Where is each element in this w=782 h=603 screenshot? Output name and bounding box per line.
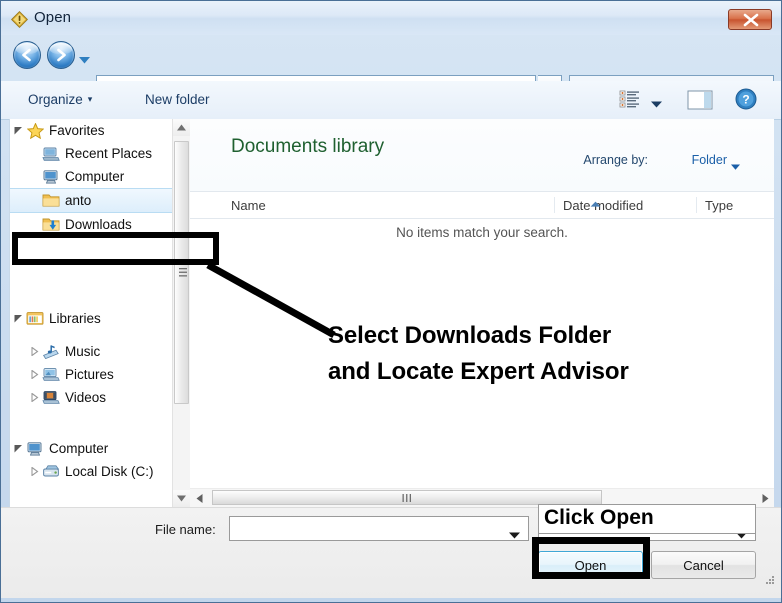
computer-icon [42, 169, 60, 185]
sidebar-item-label: Downloads [65, 218, 132, 232]
scroll-right-icon[interactable] [756, 489, 774, 507]
arrange-by-label: Arrange by: [583, 153, 648, 167]
navigation-bar: « Documents ▶ web ▶ [1, 35, 781, 75]
sidebar-item-libraries[interactable]: Libraries [10, 307, 178, 330]
recent-icon [42, 146, 60, 162]
cancel-button[interactable]: Cancel [651, 551, 756, 579]
chevron-down-icon[interactable] [731, 157, 740, 175]
tree-spacer [10, 409, 178, 437]
preview-pane-icon[interactable] [687, 89, 713, 116]
window-title: Open [34, 9, 71, 26]
sidebar-item-label: Computer [49, 442, 108, 456]
help-icon[interactable]: ? [735, 88, 757, 115]
recent-locations-dropdown[interactable] [79, 51, 90, 69]
callout-text: Select Downloads Folder and Locate Exper… [328, 318, 708, 390]
sidebar-item-label: Recent Places [65, 147, 152, 161]
navigation-pane: Favorites Recent Places Computer anto Downlo… [9, 119, 190, 507]
callout-text-line2: and Locate Expert Advisor [328, 354, 708, 390]
folder-icon [42, 193, 60, 209]
new-folder-button[interactable]: New folder [139, 90, 216, 109]
file-name-label: File name: [155, 522, 216, 537]
sidebar-scrollbar[interactable] [172, 119, 190, 507]
sidebar-item-pictures[interactable]: Pictures [10, 363, 178, 386]
file-name-input[interactable] [229, 516, 529, 541]
sidebar-item-music[interactable]: Music [10, 340, 178, 363]
horizontal-scrollbar-thumb[interactable] [212, 490, 602, 505]
library-header: Documents library Arrange by: Folder [190, 119, 774, 191]
sidebar-item-label: Videos [65, 391, 106, 405]
sidebar-item-label: Computer [65, 170, 124, 184]
grip-icon [179, 264, 187, 282]
forward-button[interactable] [47, 41, 75, 69]
file-list-pane: Documents library Arrange by: Folder Nam… [190, 119, 774, 507]
callout-text-line1: Select Downloads Folder [328, 318, 708, 354]
views-dropdown-icon[interactable] [651, 95, 662, 113]
tree-spacer [10, 330, 178, 340]
folder-tree: Favorites Recent Places Computer anto Downlo… [10, 119, 178, 483]
star-icon [26, 123, 44, 139]
sidebar-item-recent-places[interactable]: Recent Places [10, 142, 178, 165]
warning-diamond-icon [11, 11, 28, 28]
empty-state-message: No items match your search. [190, 225, 774, 240]
sidebar-item-label: Favorites [49, 124, 105, 138]
organize-label: Organize [28, 92, 83, 107]
sidebar-item-anto[interactable]: anto [10, 188, 178, 213]
tree-expander-icon[interactable] [10, 126, 26, 135]
tree-expander-icon[interactable] [26, 393, 42, 402]
resize-grip-icon[interactable] [762, 574, 775, 592]
new-folder-label: New folder [145, 92, 210, 107]
click-open-label: Click Open [544, 506, 654, 530]
sidebar-scrollbar-thumb[interactable] [174, 141, 189, 404]
arrange-by-value[interactable]: Folder [692, 153, 727, 167]
back-button[interactable] [13, 41, 41, 69]
sidebar-item-label: anto [65, 194, 91, 208]
open-file-dialog: Open [0, 0, 782, 603]
pictures-icon [42, 367, 60, 383]
scroll-left-icon[interactable] [190, 489, 208, 507]
sidebar-item-computer[interactable]: Computer [10, 165, 178, 188]
tree-expander-icon[interactable] [26, 347, 42, 356]
views-list-icon[interactable] [619, 89, 641, 114]
sidebar-item-favorites[interactable]: Favorites [10, 119, 178, 142]
music-icon [42, 344, 60, 360]
sidebar-item-local-disk-c[interactable]: Local Disk (C:) [10, 460, 178, 483]
videos-icon [42, 390, 60, 406]
sidebar-item-label: Pictures [65, 368, 114, 382]
open-button[interactable]: Open [538, 551, 643, 579]
scroll-up-icon[interactable] [173, 119, 190, 136]
chevron-down-icon[interactable] [509, 526, 520, 544]
column-header-name[interactable]: Name [231, 192, 266, 218]
libraries-icon [26, 311, 44, 327]
tree-spacer [10, 236, 178, 307]
tree-expander-icon[interactable] [26, 467, 42, 476]
downloads-icon [42, 217, 60, 233]
column-header-type[interactable]: Type [696, 197, 733, 213]
tree-expander-icon[interactable] [10, 444, 26, 453]
disk-icon [42, 464, 60, 480]
tree-expander-icon[interactable] [10, 314, 26, 323]
svg-text:?: ? [742, 93, 749, 107]
column-headers: Name Date modified Type [190, 191, 774, 219]
sidebar-item-label: Libraries [49, 312, 101, 326]
sidebar-item-videos[interactable]: Videos [10, 386, 178, 409]
organize-button[interactable]: Organize ▾ [22, 90, 98, 109]
toolbar: Organize ▾ New folder [1, 81, 781, 120]
sidebar-item-label: Music [65, 345, 100, 359]
sidebar-item-label: Local Disk (C:) [65, 465, 154, 479]
tree-expander-icon[interactable] [26, 370, 42, 379]
title-bar: Open [1, 1, 781, 35]
close-button[interactable] [728, 9, 772, 30]
scroll-down-icon[interactable] [173, 490, 190, 507]
chevron-down-icon: ▾ [88, 94, 93, 105]
sort-ascending-icon [590, 194, 601, 212]
page-title: Documents library [231, 136, 384, 158]
computer-icon [26, 441, 44, 457]
sidebar-item-computer[interactable]: Computer [10, 437, 178, 460]
sidebar-item-downloads[interactable]: Downloads [10, 213, 178, 236]
grip-icon [403, 489, 412, 507]
